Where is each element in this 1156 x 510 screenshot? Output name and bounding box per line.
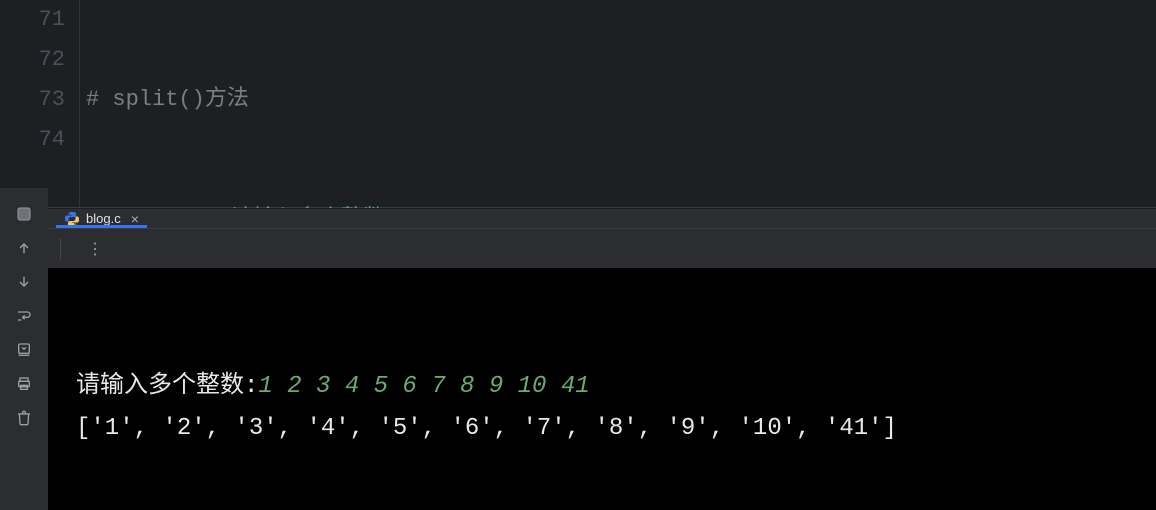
print-icon[interactable] <box>10 370 38 398</box>
run-config-filename: blog.c <box>86 211 121 226</box>
panel-tabs: 运行 blog.c × <box>0 208 1156 228</box>
soft-wrap-icon[interactable] <box>10 302 38 330</box>
close-icon[interactable]: × <box>131 211 139 227</box>
line-number: 71 <box>0 0 65 40</box>
run-config-tab[interactable]: blog.c × <box>54 209 149 228</box>
side-toolbar-col <box>0 228 48 510</box>
comment-token: split() <box>112 87 204 112</box>
gutter: 71 72 73 74 <box>0 0 80 207</box>
console-user-input: 1 2 3 4 5 6 7 8 9 10 41 <box>258 373 589 400</box>
side-toolbar <box>0 188 48 432</box>
console-output[interactable]: 请输入多个整数:1 2 3 4 5 6 7 8 9 10 41 ['1', '2… <box>48 268 1156 510</box>
console-result: ['1', '2', '3', '4', '5', '6', '7', '8',… <box>76 415 897 442</box>
toolbar-divider <box>60 238 61 260</box>
run-toolbar-right: ⋮ <box>48 228 1156 268</box>
python-file-icon <box>64 211 80 227</box>
comment-token: 方法 <box>205 87 249 112</box>
line-number: 73 <box>0 80 65 120</box>
scroll-to-end-icon[interactable] <box>10 336 38 364</box>
run-panel: 运行 blog.c × <box>0 207 1156 510</box>
comment-token: # <box>86 87 112 112</box>
code-line: # split()方法 <box>86 80 530 120</box>
panel-body: ⋮ 请输入多个整数:1 2 3 4 5 6 7 8 9 10 41 ['1', … <box>0 228 1156 510</box>
line-number: 72 <box>0 40 65 80</box>
trash-icon[interactable] <box>10 404 38 432</box>
line-number: 74 <box>0 120 65 160</box>
console-prompt: 请输入多个整数: <box>76 373 258 400</box>
more-actions-icon[interactable]: ⋮ <box>87 239 105 259</box>
down-arrow-icon[interactable] <box>10 268 38 296</box>
code-content[interactable]: # split()方法 a = input('请输入多个整数:').split(… <box>80 0 530 207</box>
code-editor[interactable]: 71 72 73 74 # split()方法 a = input('请输入多个… <box>0 0 1156 207</box>
up-arrow-icon[interactable] <box>10 234 38 262</box>
stop-icon[interactable] <box>10 200 38 228</box>
